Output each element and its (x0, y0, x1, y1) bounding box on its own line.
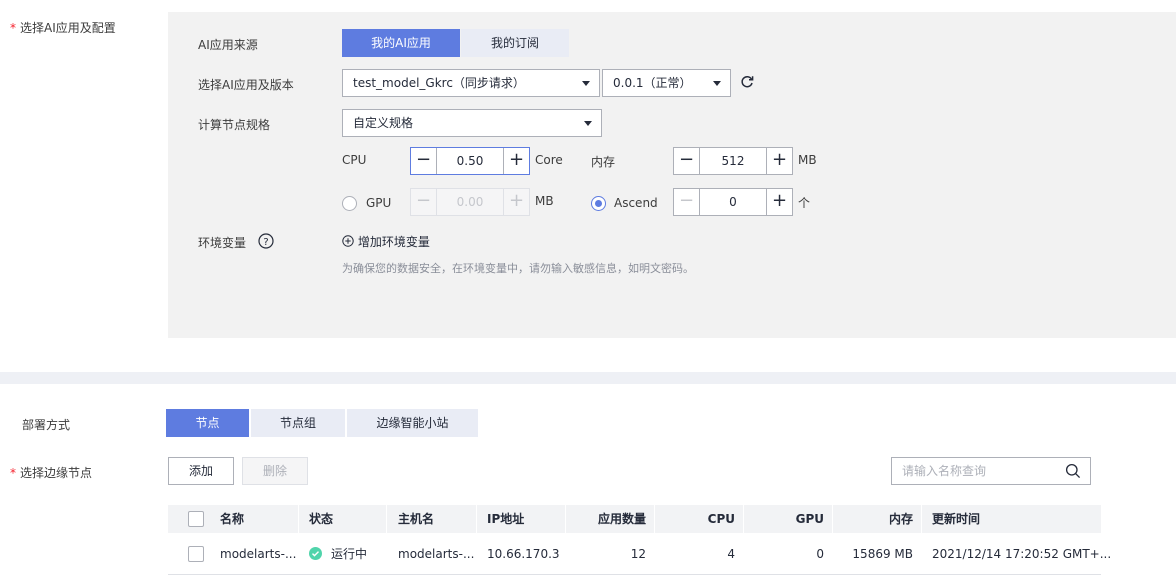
cell-updated: 2021/12/14 17:20:52 GMT+... (932, 547, 1112, 561)
delete-button: 删除 (242, 457, 308, 485)
gpu-label: GPU (366, 196, 392, 210)
cell-status: 运行中 (331, 547, 368, 561)
col-ip[interactable]: IP地址 (487, 505, 524, 533)
refresh-icon[interactable] (739, 74, 755, 90)
plus-circle-icon (342, 235, 354, 247)
chevron-down-icon (713, 81, 721, 86)
ascend-stepper[interactable]: − 0 + (673, 188, 793, 216)
col-hostname[interactable]: 主机名 (398, 505, 434, 533)
minus-icon[interactable]: − (674, 148, 700, 174)
app-version-label: 选择AI应用及版本 (198, 78, 294, 92)
table-header: 名称 状态 主机名 IP地址 应用数量 CPU GPU 内存 更新时间 (168, 505, 1101, 533)
gpu-radio[interactable] (342, 196, 357, 211)
column-divider (386, 505, 387, 533)
compute-label: 计算节点规格 (198, 118, 271, 132)
memory-value[interactable]: 512 (700, 148, 766, 174)
ascend-radio[interactable] (591, 196, 606, 211)
env-label: 环境变量 (198, 236, 247, 250)
cell-app-count: 12 (630, 547, 646, 561)
add-env-text: 增加环境变量 (357, 235, 430, 249)
col-status[interactable]: 状态 (309, 505, 333, 533)
cpu-value[interactable]: 0.50 (437, 148, 503, 174)
ai-config-label: * 选择AI应用及配置 (10, 21, 116, 35)
search-input[interactable]: 请输入名称查询 (891, 457, 1091, 485)
compute-spec-select[interactable]: 自定义规格 (342, 109, 602, 137)
cell-hostname: modelarts-... (398, 547, 475, 561)
column-divider (476, 505, 477, 533)
chevron-down-icon (582, 81, 590, 86)
edge-nodes-label: * 选择边缘节点 (10, 466, 93, 480)
col-cpu[interactable]: CPU (655, 505, 735, 533)
ai-config-panel (168, 12, 1176, 338)
cpu-label: CPU (342, 153, 367, 167)
column-divider (298, 505, 299, 533)
plus-icon[interactable]: + (766, 148, 792, 174)
gpu-value: 0.00 (456, 195, 484, 209)
tab-node-group[interactable]: 节点组 (251, 409, 345, 437)
version-select[interactable]: 0.0.1（正常） (602, 69, 731, 97)
gpu-unit: MB (535, 194, 554, 208)
tab-my-subscriptions[interactable]: 我的订阅 (461, 29, 569, 57)
cpu-stepper[interactable]: − 0.50 + (410, 147, 530, 175)
cell-memory: 15869 MB (852, 547, 913, 561)
edge-nodes-label-text: 选择边缘节点 (20, 466, 93, 480)
tab-my-ai-apps[interactable]: 我的AI应用 (342, 29, 460, 57)
plus-icon: + (503, 189, 529, 215)
chevron-down-icon (584, 121, 592, 126)
add-env-link[interactable]: 增加环境变量 (342, 233, 430, 249)
memory-label: 内存 (591, 155, 616, 169)
minus-icon[interactable]: − (411, 148, 437, 174)
tab-edge-station[interactable]: 边缘智能小站 (347, 409, 478, 437)
svg-text:?: ? (263, 237, 268, 248)
plus-icon[interactable]: + (766, 189, 792, 215)
cell-gpu: 0 (816, 547, 824, 561)
col-updated[interactable]: 更新时间 (932, 505, 980, 533)
ai-config-label-text: 选择AI应用及配置 (20, 21, 116, 35)
memory-unit: MB (798, 153, 817, 167)
ascend-unit: 个 (798, 196, 811, 210)
plus-icon[interactable]: + (503, 148, 529, 174)
column-divider (921, 505, 922, 533)
memory-stepper[interactable]: − 512 + (673, 147, 793, 175)
col-name[interactable]: 名称 (220, 505, 244, 533)
row-divider (168, 574, 1101, 575)
select-all-checkbox[interactable] (188, 511, 204, 527)
cell-name[interactable]: modelarts-... (220, 540, 296, 568)
env-hint: 为确保您的数据安全，在环境变量中，请勿输入敏感信息，如明文密码。 (342, 262, 694, 275)
compute-select-value: 自定义规格 (353, 116, 414, 130)
app-select-value: test_model_Gkrc（同步请求） (353, 76, 525, 90)
version-select-value: 0.0.1（正常） (613, 76, 692, 90)
cell-ip: 10.66.170.3 (487, 547, 560, 561)
search-icon[interactable] (1065, 463, 1081, 479)
ascend-value[interactable]: 0 (700, 189, 766, 215)
source-label: AI应用来源 (198, 38, 258, 52)
add-button[interactable]: 添加 (168, 457, 234, 485)
minus-icon[interactable]: − (674, 189, 700, 215)
ascend-label: Ascend (614, 196, 658, 210)
gpu-stepper: − 0.00 + (410, 188, 530, 216)
col-app-count[interactable]: 应用数量 (566, 505, 646, 533)
tab-node[interactable]: 节点 (166, 409, 249, 437)
minus-icon: − (411, 189, 437, 215)
search-placeholder: 请输入名称查询 (902, 464, 987, 478)
cell-cpu: 4 (727, 547, 735, 561)
deploy-label: 部署方式 (22, 418, 71, 432)
help-icon[interactable]: ? (258, 233, 274, 249)
section-divider (0, 372, 1176, 384)
success-status-icon (309, 547, 322, 560)
cpu-unit: Core (535, 153, 563, 167)
row-checkbox[interactable] (188, 546, 204, 562)
col-memory[interactable]: 内存 (833, 505, 913, 533)
col-gpu[interactable]: GPU (744, 505, 824, 533)
app-select[interactable]: test_model_Gkrc（同步请求） (342, 69, 600, 97)
